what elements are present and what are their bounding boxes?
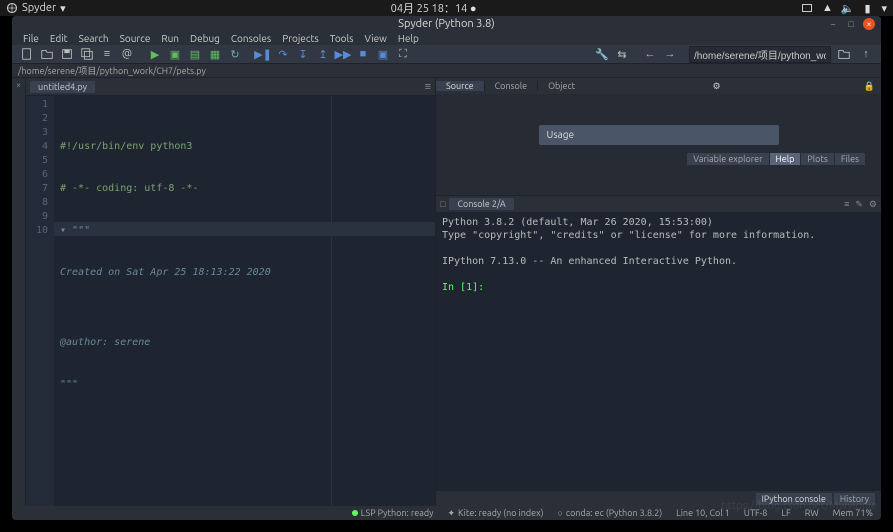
debug-icon[interactable]: ▶❚ [254,45,272,63]
help-usage-box: Usage [539,125,779,145]
network-icon[interactable]: ▲ [821,2,833,14]
bottom-tab-ipython[interactable]: IPython console [756,493,832,505]
main-toolbar: ≡ @ ▶ ▣ ▤ ▦ ↻ ▶❚ ↷ ↧ ↥ ▶▶ ■ ▣ ⛶ 🔧 ⇆ ← → … [12,45,881,64]
status-encoding[interactable]: UTF-8 [744,508,768,518]
spyder-app-icon[interactable] [6,2,18,14]
battery-icon[interactable]: ▮ [861,2,873,14]
status-eol[interactable]: LF [781,508,790,518]
menu-file[interactable]: File [18,33,44,44]
menu-projects[interactable]: Projects [277,33,323,44]
list-icon[interactable]: ≡ [98,45,116,63]
minimize-button[interactable]: – [827,18,839,30]
desktop-clock[interactable]: 04月 25 18：14 ● [66,0,802,16]
console-tab[interactable]: Console 2/A [449,198,513,210]
step-out-icon[interactable]: ↥ [314,45,332,63]
help-pane: Source Console Object ⚙ 🔒 Usage Variable… [436,78,881,196]
preferences-icon[interactable]: 🔧 [593,45,611,63]
pythonpath-icon[interactable]: ⇆ [613,45,631,63]
status-memory: Mem 71% [833,508,873,518]
console-interrupt-icon[interactable]: ≡ [844,199,849,210]
help-options-icon[interactable]: ⚙ [706,81,726,92]
cell-debug-icon[interactable]: ▣ [374,45,392,63]
desktop-topbar: Spyder ▾ 04月 25 18：14 ● ▲ 🔈 ▮ ▾ [0,0,893,16]
menubar: File Edit Search Source Run Debug Consol… [12,31,881,45]
console-options-icon[interactable]: ⚙ [869,199,877,210]
working-dir-input[interactable] [689,46,831,63]
system-menu-caret[interactable]: ▾ [881,2,887,15]
console-collapse-icon[interactable]: □ [440,199,445,209]
status-cursor: Line 10, Col 1 [676,508,730,518]
stop-debug-icon[interactable]: ■ [354,45,372,63]
screen-icon[interactable] [801,2,813,14]
status-kite[interactable]: ✦ Kite: ready (no index) [447,508,543,519]
ipython-console[interactable]: Python 3.8.2 (default, Mar 26 2020, 15:5… [436,212,881,491]
subtab-variable-explorer[interactable]: Variable explorer [687,153,768,165]
current-file-path: /home/serene/项目/python_work/CH7/pets.py [18,64,206,77]
run-selection-icon[interactable]: ▦ [206,45,224,63]
function-list-icon[interactable]: @ [118,45,136,63]
outline-strip: × [12,78,26,506]
run-cell-advance-icon[interactable]: ▤ [186,45,204,63]
maximize-pane-icon[interactable]: ⛶ [394,45,412,63]
console-prompt: In [1]: [442,282,484,293]
status-conda[interactable]: ○ conda: ec (Python 3.8.2) [557,508,662,518]
menu-edit[interactable]: Edit [45,33,73,44]
editor-tab-menu-icon[interactable]: ≡ [425,81,431,93]
line-gutter: 12345678910 [26,96,54,506]
run-cell-icon[interactable]: ▣ [166,45,184,63]
maximize-button[interactable]: □ [845,18,857,30]
status-lsp[interactable]: LSP Python: ready [352,508,434,518]
menu-run[interactable]: Run [156,33,184,44]
menu-help[interactable]: Help [393,33,424,44]
app-name[interactable]: Spyder [22,2,56,14]
save-icon[interactable] [58,45,76,63]
menu-view[interactable]: View [360,33,392,44]
subtab-help[interactable]: Help [770,153,801,165]
help-lock-icon[interactable]: 🔒 [858,81,881,92]
parent-dir-icon[interactable]: ↑ [857,45,875,63]
menu-tools[interactable]: Tools [325,33,359,44]
console-pane: □ Console 2/A ≡ ✎ ⚙ Python 3.8.2 (defaul… [436,196,881,506]
new-file-icon[interactable] [18,45,36,63]
outline-close-icon[interactable]: × [16,80,21,90]
back-icon[interactable]: ← [641,45,659,63]
help-object-label: Object [548,81,575,91]
step-into-icon[interactable]: ↧ [294,45,312,63]
save-all-icon[interactable] [78,45,96,63]
code-editor[interactable]: 12345678910 #!/usr/bin/env python3 # -*-… [26,96,435,506]
help-tab-source[interactable]: Source [436,81,485,91]
help-tab-console[interactable]: Console [485,81,538,91]
volume-icon[interactable]: 🔈 [841,2,853,14]
close-button[interactable]: × [863,18,875,30]
editor-pane: untitled4.py ≡ 12345678910 #!/usr/bin/en… [26,78,436,506]
run-icon[interactable]: ▶ [146,45,164,63]
spyder-window: Spyder (Python 3.8) – □ × File Edit Sear… [12,16,881,520]
lsp-status-dot [352,510,358,516]
rerun-icon[interactable]: ↻ [226,45,244,63]
statusbar: LSP Python: ready ✦ Kite: ready (no inde… [12,506,881,520]
menu-source[interactable]: Source [115,33,156,44]
menu-consoles[interactable]: Consoles [226,33,276,44]
help-subtabs: Variable explorer Help Plots Files [687,153,865,165]
open-file-icon[interactable] [38,45,56,63]
menu-debug[interactable]: Debug [185,33,225,44]
titlebar: Spyder (Python 3.8) – □ × [12,16,881,31]
subtab-files[interactable]: Files [835,153,865,165]
subtab-plots[interactable]: Plots [801,153,833,165]
continue-icon[interactable]: ▶▶ [334,45,352,63]
bottom-tab-history[interactable]: History [834,493,875,505]
window-title: Spyder (Python 3.8) [398,18,495,30]
forward-icon[interactable]: → [661,45,679,63]
menu-search[interactable]: Search [74,33,114,44]
editor-path-bar: /home/serene/项目/python_work/CH7/pets.py [12,64,881,78]
console-restart-icon[interactable]: ✎ [855,199,863,210]
editor-tab[interactable]: untitled4.py [30,81,95,93]
browse-dir-icon[interactable] [835,45,853,63]
status-permissions: RW [805,508,819,518]
step-over-icon[interactable]: ↷ [274,45,292,63]
